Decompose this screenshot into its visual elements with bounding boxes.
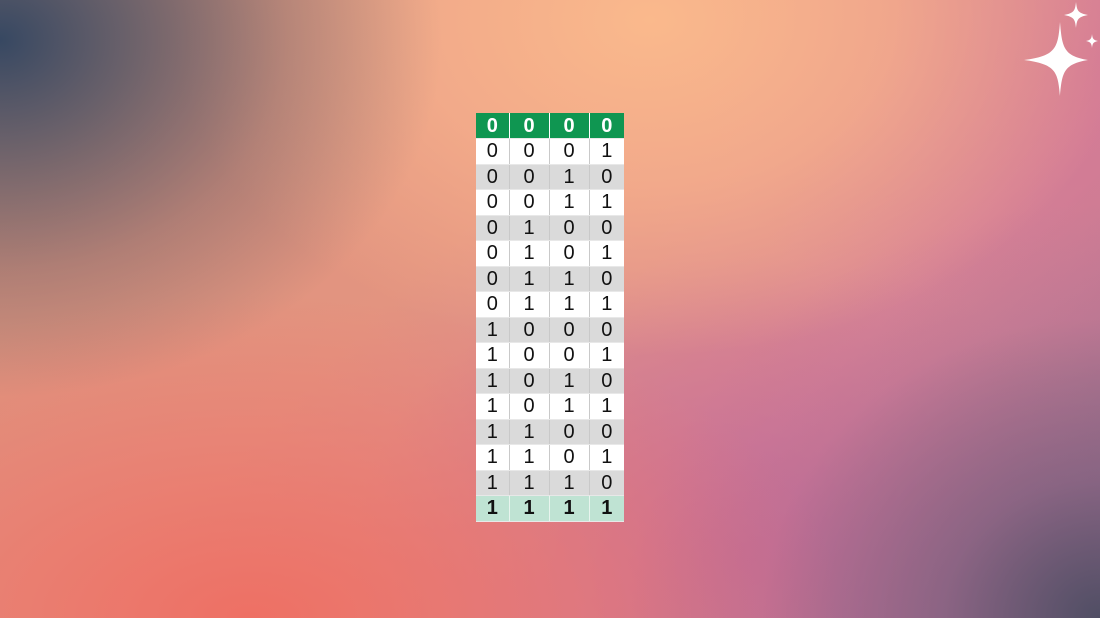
table-cell: 0	[589, 164, 624, 190]
table-row: 0 1 1 0	[476, 266, 624, 292]
table-cell: 0	[476, 113, 510, 139]
table-cell: 1	[509, 215, 550, 241]
table-row: 0 1 1 1	[476, 291, 624, 318]
table-cell: 0	[509, 342, 550, 369]
table-cell: 1	[509, 495, 550, 522]
table-cell: 0	[509, 164, 550, 190]
small-sparkle-icon	[1064, 2, 1088, 28]
table-cell: 0	[476, 138, 510, 165]
table-row: 1 0 1 0	[476, 368, 624, 394]
table-row: 1 1 1 0	[476, 470, 624, 496]
table-cell: 0	[509, 138, 550, 165]
table-cell: 0	[476, 215, 510, 241]
table-cell: 0	[509, 189, 550, 216]
table-cell: 0	[589, 113, 624, 139]
table-cell: 1	[509, 266, 550, 292]
table-cell: 0	[549, 215, 590, 241]
table-cell: 1	[589, 240, 624, 267]
table-cell: 0	[549, 444, 590, 471]
table-cell: 1	[476, 419, 510, 445]
table-cell: 1	[509, 470, 550, 496]
table-cell: 1	[476, 444, 510, 471]
table-cell: 1	[589, 138, 624, 165]
sparkles-icon	[1024, 2, 1098, 96]
table-cell: 0	[509, 317, 550, 343]
table-cell: 1	[589, 291, 624, 318]
table-cell: 0	[476, 164, 510, 190]
table-cell: 0	[476, 189, 510, 216]
table-cell: 1	[549, 189, 590, 216]
table-cell: 1	[476, 393, 510, 420]
table-row: 0 1 0 1	[476, 240, 624, 267]
table-cell: 1	[476, 342, 510, 369]
table-cell: 1	[476, 495, 510, 522]
table-cell: 0	[589, 215, 624, 241]
table-cell: 0	[476, 240, 510, 267]
table-cell: 1	[549, 266, 590, 292]
table-cell: 1	[509, 419, 550, 445]
table-cell: 1	[509, 240, 550, 267]
table-cell: 1	[509, 291, 550, 318]
table-cell: 1	[589, 189, 624, 216]
table-row: 0 0 0 1	[476, 138, 624, 165]
table-row: 0 0 1 1	[476, 189, 624, 216]
table-cell: 1	[589, 444, 624, 471]
table-cell: 0	[476, 291, 510, 318]
table-cell: 0	[549, 419, 590, 445]
table-cell: 0	[549, 113, 590, 139]
table-cell: 0	[589, 317, 624, 343]
table-cell: 1	[589, 342, 624, 369]
table-cell: 1	[549, 495, 590, 522]
table-cell: 0	[589, 266, 624, 292]
table-cell: 0	[549, 317, 590, 343]
table-cell: 1	[589, 393, 624, 420]
table-row: 1 0 0 0	[476, 317, 624, 343]
table-row: 1 0 0 1	[476, 342, 624, 369]
table-cell: 0	[549, 138, 590, 165]
large-sparkle-icon	[1024, 22, 1088, 96]
table-header-row: 0 0 0 0	[476, 113, 624, 139]
table-cell: 1	[549, 164, 590, 190]
table-row: 1 0 1 1	[476, 393, 624, 420]
table-row: 1 1 0 0	[476, 419, 624, 445]
table-cell: 0	[589, 470, 624, 496]
tiny-sparkle-icon	[1086, 34, 1098, 48]
truth-table-grid: 0 0 0 0 0 0 0 1 0 0 1 0 0 0 1 1 0 1 0 0 …	[476, 113, 624, 522]
table-cell: 1	[549, 393, 590, 420]
table-cell: 1	[476, 368, 510, 394]
table-cell: 0	[549, 342, 590, 369]
table-cell: 0	[509, 113, 550, 139]
table-last-row: 1 1 1 1	[476, 495, 624, 522]
table-cell: 0	[589, 419, 624, 445]
table-cell: 1	[509, 444, 550, 471]
table-cell: 1	[476, 317, 510, 343]
table-cell: 0	[589, 368, 624, 394]
table-row: 1 1 0 1	[476, 444, 624, 471]
table-cell: 0	[476, 266, 510, 292]
table-cell: 0	[509, 368, 550, 394]
table-cell: 1	[476, 470, 510, 496]
table-cell: 1	[549, 368, 590, 394]
table-cell: 0	[509, 393, 550, 420]
table-row: 0 1 0 0	[476, 215, 624, 241]
table-row: 0 0 1 0	[476, 164, 624, 190]
table-cell: 1	[549, 291, 590, 318]
table-cell: 0	[549, 240, 590, 267]
table-cell: 1	[589, 495, 624, 522]
binary-truth-table: 0 0 0 0 0 0 0 1 0 0 1 0 0 0 1 1 0 1 0 0 …	[476, 113, 624, 522]
table-cell: 1	[549, 470, 590, 496]
